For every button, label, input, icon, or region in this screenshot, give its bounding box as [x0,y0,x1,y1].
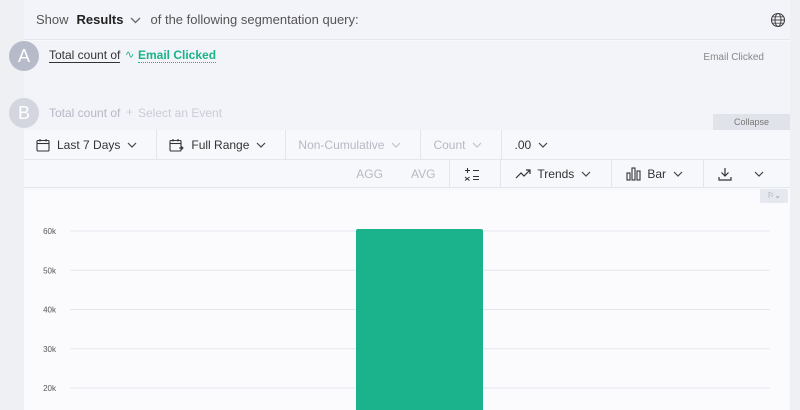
formula-icon [465,167,480,181]
chevron-down-icon [127,142,137,148]
chart-type-dropdown[interactable]: Bar [611,159,703,188]
event-selector-a[interactable]: Email Clicked [138,48,217,63]
chevron-down-icon [392,142,401,148]
chart-type-label: Bar [647,166,666,181]
y-tick-label: 50k [43,266,57,275]
results-dropdown[interactable]: Results [77,12,124,27]
y-tick-label: 60k [43,227,57,236]
show-label: Show [36,12,69,27]
bar-chart-icon [626,166,641,181]
aggregation-selector-a[interactable]: Total count of [49,48,121,63]
chevron-down-icon [754,171,764,177]
date-range-dropdown[interactable]: Last 7 Days [24,129,158,160]
export-dropdown[interactable] [703,159,790,188]
trends-dropdown[interactable]: Trends [500,159,611,188]
agg-label: AGG [356,166,383,181]
query-badge-a: A [9,41,39,71]
flag-icon[interactable]: ⚐⌄ [760,189,788,203]
chevron-down-icon [473,142,482,148]
trend-icon [515,168,532,178]
calendar-icon [36,138,50,152]
event-activity-icon: ∿ [125,49,135,61]
trends-label: Trends [537,166,575,181]
range-dropdown[interactable]: Full Range [157,129,287,160]
date-range-label: Last 7 Days [57,137,121,152]
chart-bar[interactable] [356,229,483,410]
chart-area: 60k 50k 40k 30k 20k [24,190,790,410]
range-label: Full Range [191,137,250,152]
plus-icon: + [126,105,134,119]
y-tick-label: 40k [43,306,57,315]
query-a-summary: Email Clicked [703,52,764,63]
cumulative-label: Non-Cumulative [298,137,385,152]
y-tick-label: 20k [43,384,57,393]
y-tick-label: 30k [43,345,57,354]
bar-chart: 60k 50k 40k 30k 20k [43,227,770,410]
aggregation-selector-b[interactable]: Total count of [49,106,120,120]
avg-toggle[interactable]: AVG [397,160,449,188]
query-description: of the following segmentation query: [150,12,359,27]
query-header: Show Results of the following segmentati… [24,0,790,40]
chevron-down-icon [673,171,683,177]
formula-button[interactable] [449,159,500,188]
calendar-range-icon [169,138,185,152]
chart-controls: Last 7 Days Full Range Non-Cumulative Co… [24,129,790,160]
collapse-button[interactable]: Collapse [713,114,790,130]
cumulative-dropdown[interactable]: Non-Cumulative [286,129,422,160]
decimals-dropdown[interactable]: .00 [502,130,567,160]
chevron-down-icon [581,171,591,177]
query-badge-b: B [9,98,39,128]
measure-dropdown[interactable]: Count [421,129,503,160]
event-selector-b[interactable]: Select an Event [138,106,222,120]
chevron-down-icon [256,142,266,148]
right-gutter [790,0,800,410]
agg-toggle[interactable]: AGG [342,160,397,188]
decimals-label: .00 [514,137,532,152]
avg-label: AVG [410,166,436,181]
chevron-down-icon[interactable] [130,12,141,27]
globe-icon[interactable] [770,12,786,28]
chart-view-controls: AGG AVG Trends Bar [24,159,790,188]
download-icon [718,167,732,181]
chevron-down-icon [538,142,548,148]
measure-label: Count [433,137,466,152]
